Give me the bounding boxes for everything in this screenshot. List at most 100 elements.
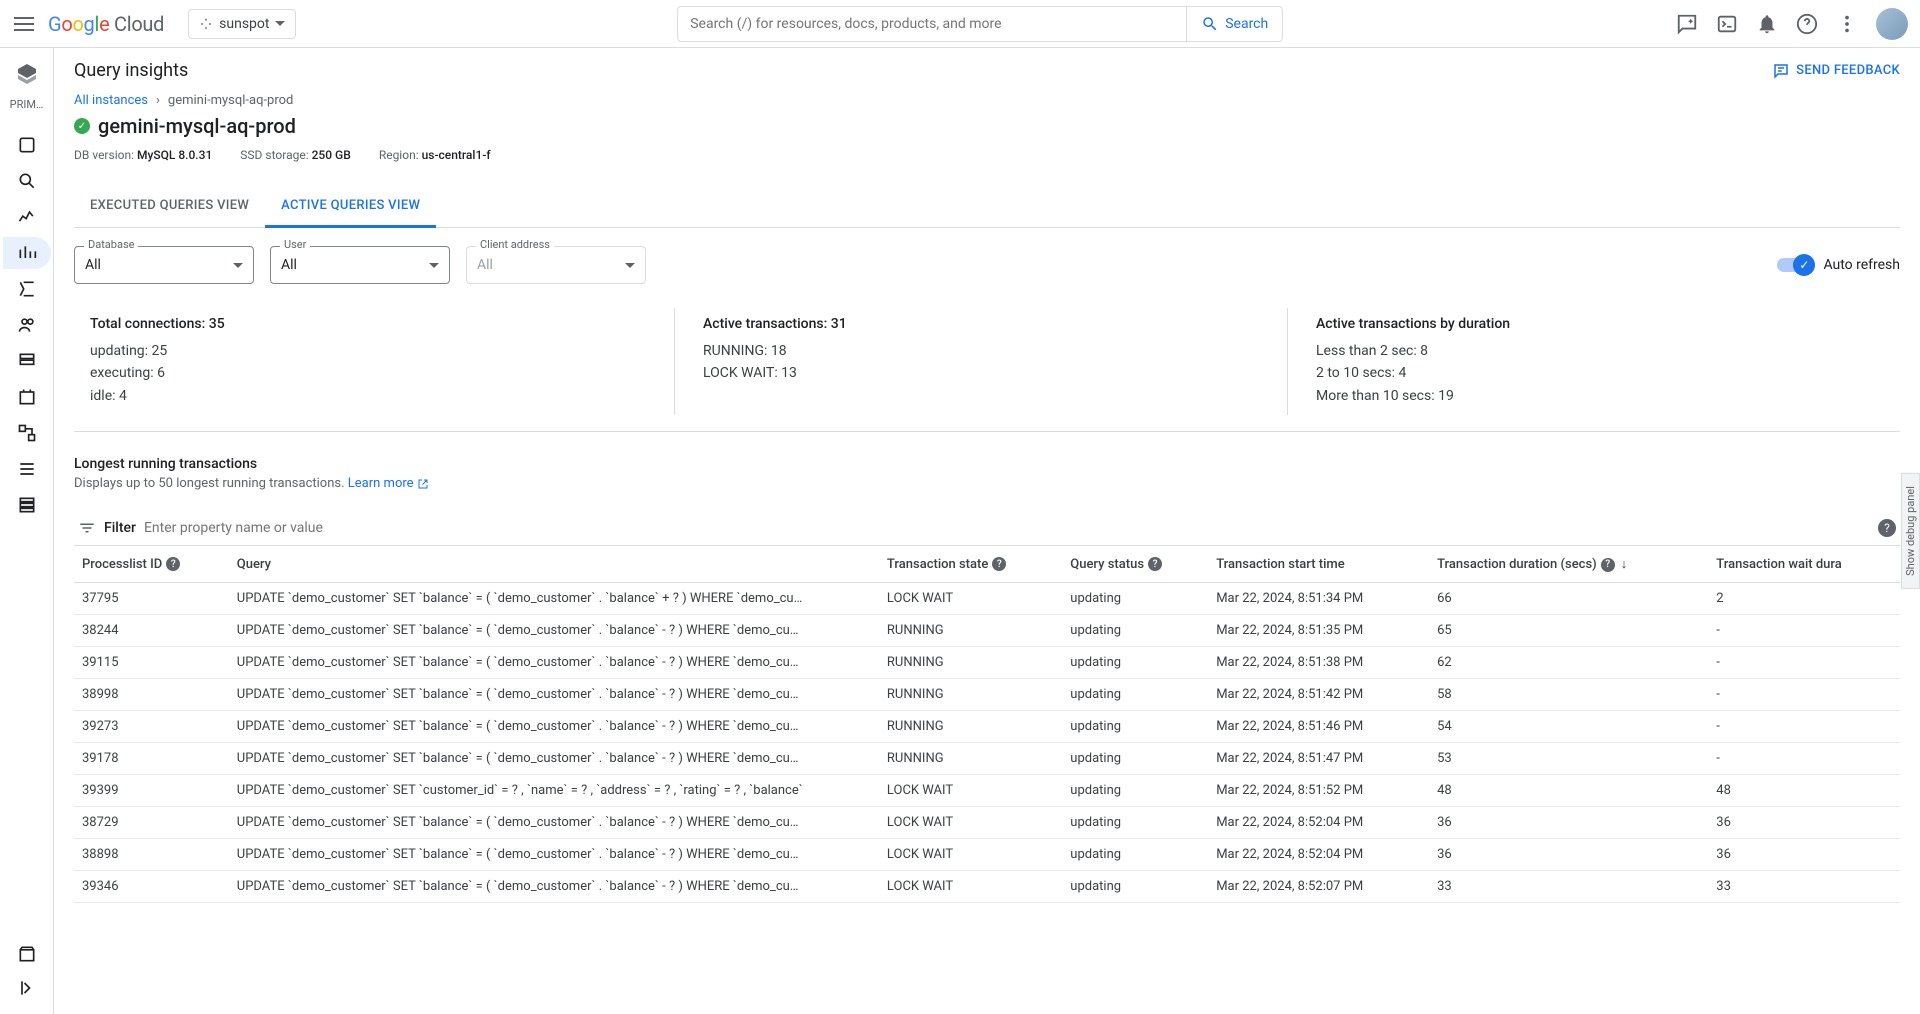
table-row[interactable]: 39346UPDATE `demo_customer` SET `balance… bbox=[74, 871, 1900, 903]
cell-id: 38244 bbox=[74, 615, 229, 647]
chevron-down-icon bbox=[625, 263, 635, 268]
table-row[interactable]: 39273UPDATE `demo_customer` SET `balance… bbox=[74, 711, 1900, 743]
cell-state: LOCK WAIT bbox=[879, 807, 1062, 839]
auto-refresh-label: Auto refresh bbox=[1823, 257, 1900, 273]
cell-wait: - bbox=[1708, 647, 1900, 679]
cell-start: Mar 22, 2024, 8:51:46 PM bbox=[1208, 711, 1429, 743]
search-button[interactable]: Search bbox=[1187, 6, 1283, 42]
sidenav-item-replicas[interactable] bbox=[3, 417, 51, 449]
cell-id: 39346 bbox=[74, 871, 229, 903]
table-row[interactable]: 39399UPDATE `demo_customer` SET `custome… bbox=[74, 775, 1900, 807]
table-row[interactable]: 38729UPDATE `demo_customer` SET `balance… bbox=[74, 807, 1900, 839]
send-feedback-button[interactable]: SEND FEEDBACK bbox=[1772, 62, 1900, 80]
search-input[interactable] bbox=[677, 6, 1187, 42]
database-select[interactable]: Database All bbox=[74, 246, 254, 284]
sidenav-item-import[interactable] bbox=[3, 489, 51, 521]
cell-id: 37795 bbox=[74, 583, 229, 615]
filter-input[interactable] bbox=[144, 520, 1870, 536]
col-query-status[interactable]: Query status? bbox=[1062, 546, 1208, 583]
search-button-label: Search bbox=[1225, 16, 1268, 32]
cell-duration: 65 bbox=[1429, 615, 1708, 647]
cell-state: RUNNING bbox=[879, 679, 1062, 711]
cell-start: Mar 22, 2024, 8:52:04 PM bbox=[1208, 807, 1429, 839]
sidenav-item-overview[interactable] bbox=[3, 129, 51, 161]
col-start-time[interactable]: Transaction start time bbox=[1208, 546, 1429, 583]
col-duration[interactable]: Transaction duration (secs)?↓ bbox=[1429, 546, 1708, 583]
help-icon[interactable]: ? bbox=[1878, 519, 1896, 537]
table-row[interactable]: 38898UPDATE `demo_customer` SET `balance… bbox=[74, 839, 1900, 871]
gemini-icon[interactable] bbox=[1676, 13, 1698, 35]
more-icon[interactable] bbox=[1836, 13, 1858, 35]
sidenav-item-marketplace[interactable] bbox=[3, 938, 51, 970]
cell-status: updating bbox=[1062, 871, 1208, 903]
sidenav-item-insights[interactable] bbox=[3, 237, 51, 269]
show-debug-panel[interactable]: Show debug panel bbox=[1901, 473, 1920, 589]
col-query[interactable]: Query bbox=[229, 546, 879, 583]
filter-icon bbox=[78, 519, 96, 537]
menu-icon[interactable] bbox=[12, 12, 36, 36]
help-icon[interactable]: ? bbox=[166, 557, 180, 571]
cell-id: 39178 bbox=[74, 743, 229, 775]
cell-duration: 58 bbox=[1429, 679, 1708, 711]
cloud-shell-icon[interactable] bbox=[1716, 13, 1738, 35]
help-icon[interactable] bbox=[1796, 13, 1818, 35]
region: Region: us-central1-f bbox=[379, 148, 491, 162]
table-row[interactable]: 39115UPDATE `demo_customer` SET `balance… bbox=[74, 647, 1900, 679]
sidenav-item-expand[interactable] bbox=[3, 972, 51, 1004]
cell-id: 39273 bbox=[74, 711, 229, 743]
sidenav-item-databases[interactable] bbox=[3, 345, 51, 377]
cell-query: UPDATE `demo_customer` SET `customer_id`… bbox=[229, 775, 879, 807]
user-select[interactable]: User All bbox=[270, 246, 450, 284]
tab-executed-queries[interactable]: EXECUTED QUERIES VIEW bbox=[74, 186, 265, 227]
sidenav-item-users[interactable] bbox=[3, 309, 51, 341]
cell-id: 38898 bbox=[74, 839, 229, 871]
client-address-select[interactable]: Client address All bbox=[466, 246, 646, 284]
learn-more-link[interactable]: Learn more bbox=[348, 476, 429, 491]
help-icon[interactable]: ? bbox=[992, 557, 1006, 571]
avatar[interactable] bbox=[1876, 8, 1908, 40]
sidenav-item-operations[interactable] bbox=[3, 453, 51, 485]
cell-duration: 33 bbox=[1429, 871, 1708, 903]
chevron-right-icon: › bbox=[156, 93, 160, 108]
table-row[interactable]: 38998UPDATE `demo_customer` SET `balance… bbox=[74, 679, 1900, 711]
sidenav-item-backups[interactable] bbox=[3, 381, 51, 413]
breadcrumb-root[interactable]: All instances bbox=[74, 93, 148, 108]
sidenav-item-connections[interactable] bbox=[3, 273, 51, 305]
cell-query: UPDATE `demo_customer` SET `balance` = (… bbox=[229, 583, 879, 615]
database-label: Database bbox=[84, 238, 138, 251]
cloud-sql-icon[interactable] bbox=[15, 62, 39, 86]
cell-wait: 36 bbox=[1708, 807, 1900, 839]
chevron-down-icon bbox=[275, 21, 285, 26]
cell-state: LOCK WAIT bbox=[879, 871, 1062, 903]
feedback-icon bbox=[1772, 62, 1790, 80]
cell-query: UPDATE `demo_customer` SET `balance` = (… bbox=[229, 871, 879, 903]
help-icon[interactable]: ? bbox=[1601, 558, 1615, 572]
stat-connections: Total connections: 35 updating: 25 execu… bbox=[74, 308, 674, 415]
cell-duration: 54 bbox=[1429, 711, 1708, 743]
cell-status: updating bbox=[1062, 647, 1208, 679]
table-row[interactable]: 39178UPDATE `demo_customer` SET `balance… bbox=[74, 743, 1900, 775]
tab-active-queries[interactable]: ACTIVE QUERIES VIEW bbox=[265, 186, 436, 228]
sidenav-item-query[interactable] bbox=[3, 165, 51, 197]
cell-start: Mar 22, 2024, 8:52:07 PM bbox=[1208, 871, 1429, 903]
cell-status: updating bbox=[1062, 615, 1208, 647]
project-selector[interactable]: sunspot bbox=[188, 9, 296, 39]
cell-state: LOCK WAIT bbox=[879, 839, 1062, 871]
col-wait[interactable]: Transaction wait dura bbox=[1708, 546, 1900, 583]
breadcrumb: All instances › gemini-mysql-aq-prod bbox=[74, 93, 1900, 108]
cell-wait: 33 bbox=[1708, 871, 1900, 903]
help-icon[interactable]: ? bbox=[1148, 557, 1162, 571]
sidenav: PRIM… bbox=[0, 48, 54, 1014]
cell-start: Mar 22, 2024, 8:51:42 PM bbox=[1208, 679, 1429, 711]
col-transaction-state[interactable]: Transaction state? bbox=[879, 546, 1062, 583]
table-row[interactable]: 37795UPDATE `demo_customer` SET `balance… bbox=[74, 583, 1900, 615]
stat-active-transactions: Active transactions: 31 RUNNING: 18 LOCK… bbox=[674, 308, 1287, 415]
notifications-icon[interactable] bbox=[1756, 13, 1778, 35]
user-label: User bbox=[280, 238, 310, 251]
table-row[interactable]: 38244UPDATE `demo_customer` SET `balance… bbox=[74, 615, 1900, 647]
google-cloud-logo[interactable]: Google Cloud bbox=[48, 12, 164, 36]
cell-query: UPDATE `demo_customer` SET `balance` = (… bbox=[229, 743, 879, 775]
auto-refresh-toggle[interactable] bbox=[1777, 258, 1813, 272]
sidenav-item-monitoring[interactable] bbox=[3, 201, 51, 233]
col-processlist-id[interactable]: Processlist ID? bbox=[74, 546, 229, 583]
